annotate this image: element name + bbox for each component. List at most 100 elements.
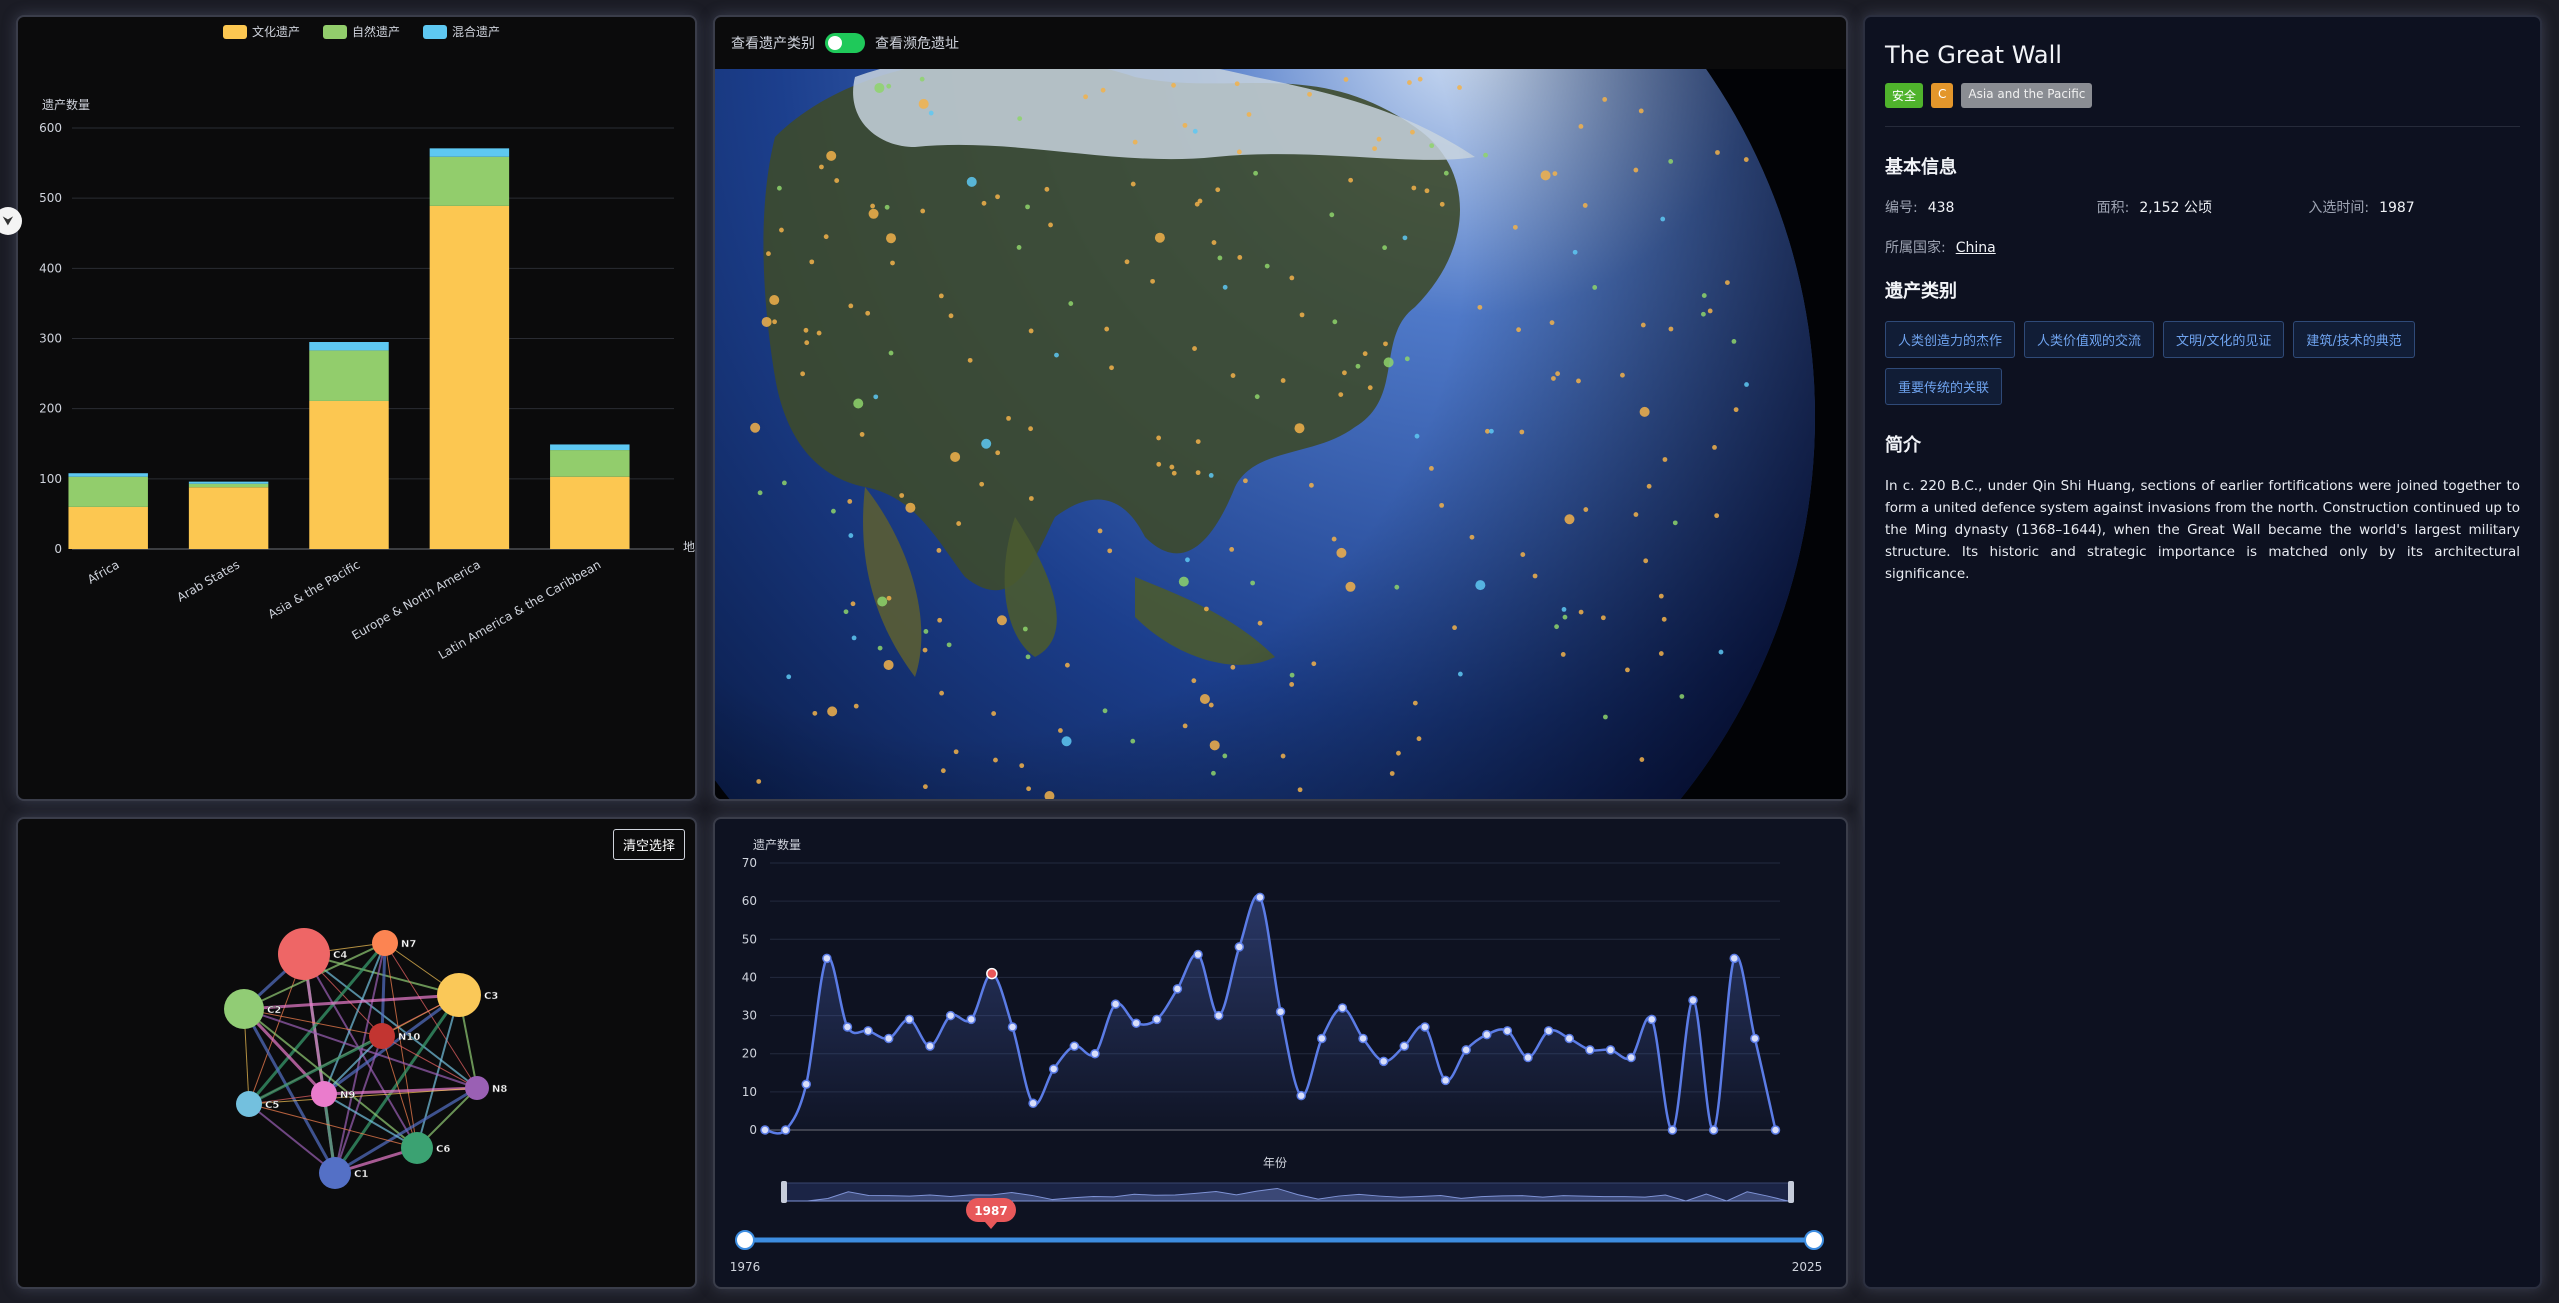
- heritage-site-marker[interactable]: [1307, 91, 1312, 97]
- heritage-site-marker[interactable]: [1443, 170, 1449, 176]
- line-point[interactable]: [1667, 1125, 1678, 1135]
- bar-segment[interactable]: [550, 444, 630, 451]
- heritage-site-marker[interactable]: [1414, 433, 1420, 439]
- heritage-site-marker[interactable]: [1417, 76, 1423, 82]
- heritage-site-marker[interactable]: [1394, 584, 1400, 590]
- bar-segment[interactable]: [429, 156, 510, 206]
- category-chip[interactable]: 人类创造力的杰作: [1885, 321, 2016, 358]
- heritage-site-marker[interactable]: [1254, 394, 1260, 400]
- heritage-site-marker[interactable]: [1345, 581, 1356, 592]
- heritage-site-marker[interactable]: [1469, 534, 1475, 540]
- slider-end-handle[interactable]: [1804, 1230, 1824, 1250]
- category-chip[interactable]: 文明/文化的见证: [2163, 321, 2285, 358]
- heritage-site-marker[interactable]: [1411, 185, 1417, 191]
- heritage-site-marker[interactable]: [1257, 620, 1263, 626]
- heritage-site-marker[interactable]: [1582, 203, 1588, 208]
- heritage-site-marker[interactable]: [1555, 371, 1561, 377]
- heritage-site-marker[interactable]: [1332, 319, 1338, 325]
- line-point[interactable]: [1440, 1075, 1451, 1086]
- heritage-site-marker[interactable]: [1130, 738, 1136, 744]
- heritage-site-marker[interactable]: [1658, 651, 1664, 656]
- line-point[interactable]: [822, 953, 832, 964]
- heritage-site-marker[interactable]: [1185, 557, 1190, 563]
- bar-segment[interactable]: [550, 476, 630, 549]
- heritage-site-marker[interactable]: [1646, 483, 1652, 489]
- heritage-site-marker[interactable]: [995, 450, 1001, 456]
- zoom-handle-left[interactable]: [781, 1181, 787, 1203]
- heritage-site-marker[interactable]: [848, 303, 854, 309]
- heritage-site-marker[interactable]: [939, 690, 945, 696]
- graph-node[interactable]: [465, 1076, 489, 1100]
- heritage-site-marker[interactable]: [918, 98, 929, 109]
- line-point[interactable]: [1193, 949, 1203, 960]
- legend-swatch[interactable]: [323, 25, 347, 39]
- heritage-site-marker[interactable]: [750, 422, 761, 433]
- heritage-site-marker[interactable]: [1102, 708, 1108, 714]
- heritage-site-marker[interactable]: [769, 295, 780, 306]
- heritage-site-marker[interactable]: [859, 432, 865, 437]
- heritage-site-marker[interactable]: [1643, 558, 1649, 564]
- heritage-site-marker[interactable]: [761, 316, 772, 327]
- heritage-site-marker[interactable]: [1578, 609, 1584, 615]
- heritage-site-marker[interactable]: [1016, 245, 1022, 250]
- heritage-site-marker[interactable]: [940, 768, 946, 774]
- heritage-site-marker[interactable]: [1343, 77, 1349, 82]
- graph-node[interactable]: [311, 1081, 337, 1107]
- heritage-site-marker[interactable]: [1156, 435, 1162, 441]
- heritage-site-marker[interactable]: [1156, 461, 1162, 467]
- heritage-site-marker[interactable]: [1549, 320, 1555, 326]
- line-point[interactable]: [1152, 1014, 1162, 1025]
- heritage-site-marker[interactable]: [995, 194, 1000, 200]
- heritage-site-marker[interactable]: [809, 259, 815, 265]
- heritage-site-marker[interactable]: [1600, 615, 1606, 621]
- line-point[interactable]: [1729, 953, 1740, 964]
- heritage-site-marker[interactable]: [848, 533, 854, 538]
- bar-segment[interactable]: [188, 487, 269, 549]
- heritage-site-marker[interactable]: [1230, 664, 1236, 670]
- heritage-site-marker[interactable]: [1191, 678, 1197, 684]
- heritage-site-marker[interactable]: [1250, 580, 1256, 586]
- heritage-site-marker[interactable]: [1028, 496, 1034, 501]
- line-point[interactable]: [1502, 1026, 1513, 1036]
- heritage-site-marker[interactable]: [1199, 694, 1210, 705]
- heritage-site-marker[interactable]: [1396, 750, 1401, 756]
- heritage-site-marker[interactable]: [1211, 770, 1216, 776]
- heritage-site-marker[interactable]: [1362, 351, 1368, 357]
- heritage-site-marker[interactable]: [1017, 116, 1023, 122]
- heritage-site-marker[interactable]: [953, 749, 959, 755]
- heritage-site-marker[interactable]: [877, 645, 883, 651]
- heritage-site-marker[interactable]: [890, 260, 895, 266]
- graph-node[interactable]: [372, 930, 398, 956]
- heritage-site-marker[interactable]: [1107, 548, 1113, 554]
- heritage-site-marker[interactable]: [1289, 672, 1295, 678]
- line-point[interactable]: [1110, 999, 1121, 1009]
- heritage-site-marker[interactable]: [905, 502, 916, 513]
- heritage-site-marker[interactable]: [1061, 736, 1072, 747]
- heritage-site-marker[interactable]: [1331, 536, 1337, 542]
- heritage-site-marker[interactable]: [1519, 429, 1525, 435]
- heritage-site-marker[interactable]: [865, 310, 871, 316]
- heritage-site-marker[interactable]: [1561, 607, 1567, 612]
- heritage-site-marker[interactable]: [946, 642, 952, 648]
- heritage-site-marker[interactable]: [1532, 573, 1538, 579]
- heritage-site-marker[interactable]: [781, 480, 787, 486]
- heritage-site-marker[interactable]: [1329, 212, 1335, 218]
- heritage-site-marker[interactable]: [1382, 245, 1388, 251]
- heritage-site-marker[interactable]: [981, 200, 987, 206]
- heritage-site-marker[interactable]: [1215, 187, 1221, 193]
- heritage-site-marker[interactable]: [1554, 624, 1559, 630]
- heritage-site-marker[interactable]: [1638, 108, 1644, 114]
- heritage-site-marker[interactable]: [1639, 757, 1645, 762]
- heritage-site-marker[interactable]: [1679, 694, 1685, 699]
- graph-node[interactable]: [369, 1023, 395, 1049]
- line-point[interactable]: [1399, 1041, 1410, 1051]
- heritage-site-marker[interactable]: [1429, 143, 1435, 149]
- line-point[interactable]: [1378, 1056, 1389, 1067]
- heritage-site-marker[interactable]: [1477, 304, 1483, 310]
- heritage-site-marker[interactable]: [1701, 293, 1707, 298]
- line-point[interactable]: [1482, 1029, 1492, 1040]
- heritage-site-marker[interactable]: [1348, 177, 1354, 183]
- endangered-toggle[interactable]: [825, 33, 865, 53]
- heritage-site-marker[interactable]: [1707, 308, 1713, 314]
- heritage-site-marker[interactable]: [1097, 528, 1103, 534]
